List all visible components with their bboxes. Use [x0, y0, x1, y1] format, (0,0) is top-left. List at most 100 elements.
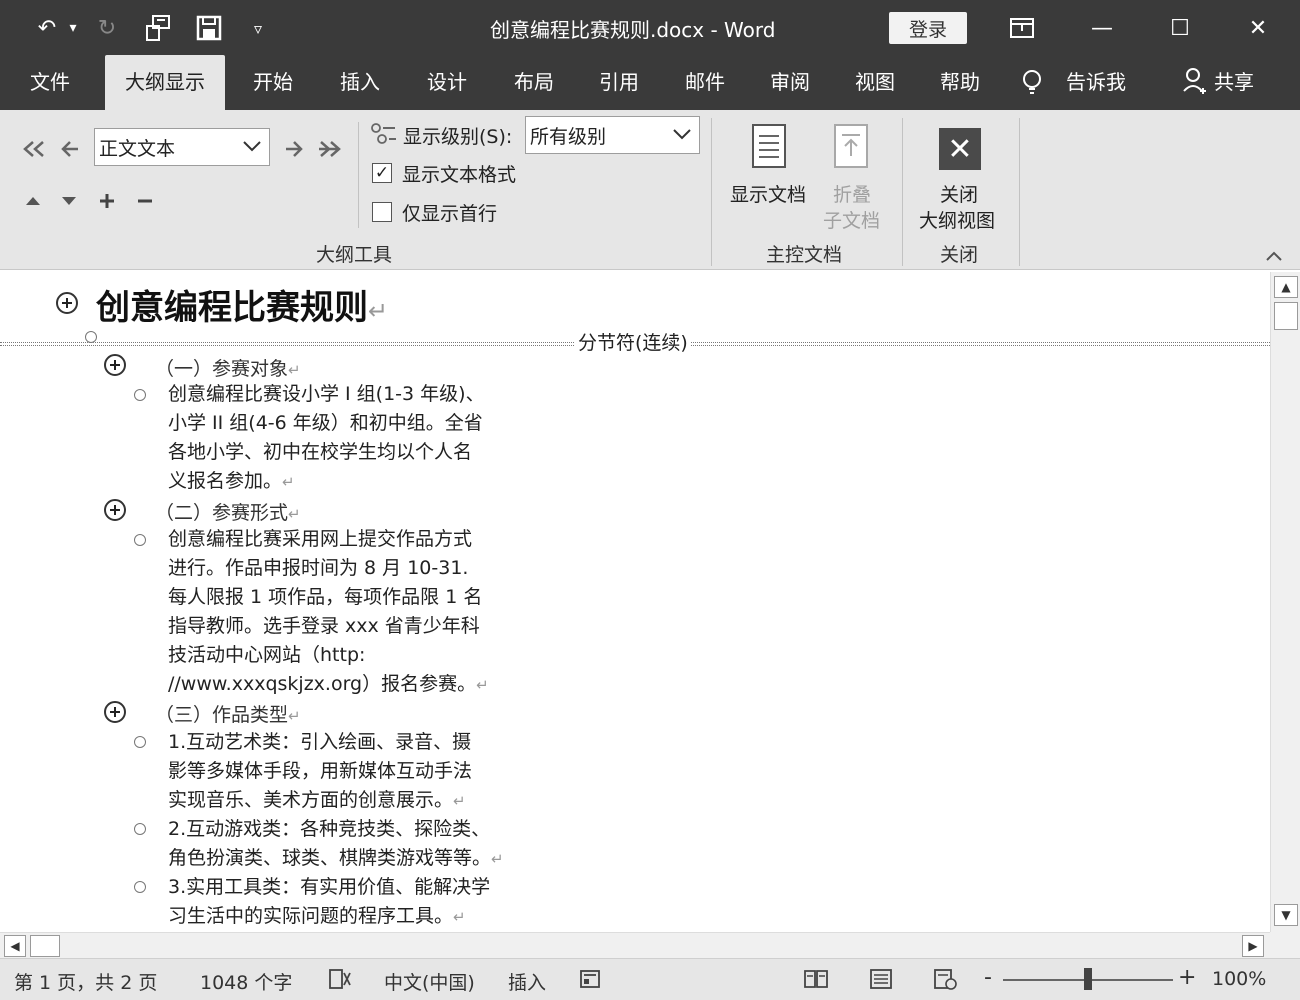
- page-count[interactable]: 第 1 页，共 2 页: [14, 968, 157, 995]
- tab-mailings[interactable]: 邮件: [685, 55, 725, 110]
- outline-body-line[interactable]: 每人限报 1 项作品，每项作品限 1 名: [168, 583, 482, 612]
- show-document-icon[interactable]: [752, 124, 786, 168]
- promote-icon[interactable]: [58, 136, 82, 162]
- read-mode-icon[interactable]: [803, 967, 829, 996]
- lightbulb-icon[interactable]: [1020, 55, 1046, 110]
- document-area[interactable]: 创意编程比赛规则↵ 分节符(连续) （一）参赛对象↵ 创意编程比赛设小学 I 组…: [0, 272, 1270, 932]
- promote-to-heading1-icon[interactable]: [20, 136, 48, 162]
- outline-body-line[interactable]: 3.实用工具类：有实用价值、能解决学: [168, 873, 490, 902]
- share-button[interactable]: 共享: [1214, 55, 1254, 110]
- outline-bullet-icon[interactable]: [134, 736, 146, 748]
- scroll-up-arrow-icon[interactable]: ▲: [1274, 276, 1298, 298]
- maximize-icon[interactable]: ☐: [1150, 8, 1210, 48]
- outline-bullet-icon[interactable]: [134, 823, 146, 835]
- web-layout-icon[interactable]: [932, 967, 958, 996]
- tab-file[interactable]: 文件: [30, 55, 70, 110]
- horizontal-scroll-thumb[interactable]: [30, 935, 60, 957]
- show-level-select[interactable]: 所有级别: [525, 116, 700, 154]
- demote-to-body-icon[interactable]: [316, 136, 346, 162]
- outline-body-line[interactable]: 2.互动游戏类：各种竞技类、探险类、: [168, 815, 490, 844]
- tab-review[interactable]: 审阅: [770, 55, 810, 110]
- outline-bullet-icon[interactable]: [134, 389, 146, 401]
- insert-mode-indicator[interactable]: 插入: [508, 968, 546, 995]
- outline-body-line[interactable]: 实现音乐、美术方面的创意展示。↵: [168, 786, 466, 816]
- customize-toolbar-icon[interactable]: ▿: [245, 12, 271, 44]
- ribbon-display-options-icon[interactable]: [992, 8, 1052, 48]
- collapse-ribbon-icon[interactable]: [1262, 246, 1286, 266]
- outline-body-line[interactable]: 指导教师。选手登录 xxx 省青少年科: [168, 612, 480, 641]
- outline-bullet-icon[interactable]: [134, 881, 146, 893]
- outline-body-line[interactable]: 小学 II 组(4-6 年级）和初中组。全省: [168, 409, 483, 438]
- tab-home[interactable]: 开始: [253, 55, 293, 110]
- collapse-icon[interactable]: [134, 190, 156, 212]
- zoom-slider-thumb[interactable]: [1084, 968, 1092, 990]
- outline-expand-icon[interactable]: [104, 499, 126, 521]
- outline-level-select[interactable]: 正文文本: [94, 128, 270, 166]
- outline-expand-icon[interactable]: [104, 701, 126, 723]
- zoom-out-button[interactable]: -: [984, 965, 992, 990]
- outline-expand-icon[interactable]: [104, 354, 126, 376]
- outline-bullet-icon[interactable]: [85, 331, 97, 343]
- undo-dropdown-icon[interactable]: ▾: [64, 12, 82, 44]
- language-indicator[interactable]: 中文(中国): [384, 968, 475, 995]
- proofing-icon[interactable]: [328, 967, 354, 996]
- scroll-right-arrow-icon[interactable]: ▶: [1242, 935, 1264, 957]
- zoom-in-button[interactable]: +: [1178, 965, 1196, 990]
- undo-icon[interactable]: ↶: [32, 12, 62, 44]
- horizontal-scrollbar[interactable]: ◀ ▶: [0, 932, 1270, 958]
- outline-body-line[interactable]: 创意编程比赛采用网上提交作品方式: [168, 525, 472, 554]
- show-first-line-only-checkbox[interactable]: [372, 202, 392, 222]
- macro-record-icon[interactable]: [578, 967, 602, 996]
- scroll-left-arrow-icon[interactable]: ◀: [4, 935, 26, 957]
- tab-help[interactable]: 帮助: [940, 55, 980, 110]
- outline-body-line[interactable]: 创意编程比赛设小学 I 组(1-3 年级)、: [168, 380, 485, 409]
- status-bar: 第 1 页，共 2 页 1048 个字 中文(中国) 插入 - + 100%: [0, 958, 1300, 1000]
- outline-bullet-icon[interactable]: [134, 534, 146, 546]
- outline-body-line[interactable]: 进行。作品申报时间为 8 月 10-31.: [168, 554, 468, 583]
- tab-references[interactable]: 引用: [599, 55, 639, 110]
- outline-body-line[interactable]: 1.互动艺术类：引入绘画、录音、摄: [168, 728, 471, 757]
- collapse-subdocuments-icon[interactable]: [834, 124, 868, 168]
- tell-me-box[interactable]: 告诉我: [1066, 55, 1126, 110]
- tab-layout[interactable]: 布局: [514, 55, 554, 110]
- collapse-subdocuments-button[interactable]: 折叠: [833, 180, 871, 207]
- show-text-formatting-checkbox[interactable]: ✓: [372, 163, 392, 183]
- outline-body-line[interactable]: 角色扮演类、球类、棋牌类游戏等等。↵: [168, 844, 504, 874]
- redo-icon[interactable]: ↻: [92, 12, 122, 44]
- tab-view[interactable]: 视图: [855, 55, 895, 110]
- outline-body-line[interactable]: 各地小学、初中在校学生均以个人名: [168, 438, 472, 467]
- paragraph-mark: ↵: [491, 850, 504, 868]
- tab-insert[interactable]: 插入: [340, 55, 380, 110]
- outline-body-line[interactable]: 义报名参加。↵: [168, 467, 295, 497]
- outline-expand-icon[interactable]: [56, 292, 78, 314]
- outline-body-line[interactable]: 影等多媒体手段，用新媒体互动手法: [168, 757, 472, 786]
- minimize-icon[interactable]: —: [1072, 8, 1132, 48]
- document-heading[interactable]: 创意编程比赛规则↵: [96, 280, 388, 329]
- move-up-icon[interactable]: [22, 190, 44, 212]
- show-document-button[interactable]: 显示文档: [730, 180, 806, 207]
- outline-heading[interactable]: （一）参赛对象↵: [155, 354, 301, 381]
- word-count[interactable]: 1048 个字: [200, 968, 292, 995]
- share-person-icon[interactable]: [1182, 55, 1210, 110]
- close-window-icon[interactable]: ✕: [1228, 8, 1288, 48]
- outline-body-line[interactable]: 技活动中心网站（http:: [168, 641, 365, 670]
- vertical-scrollbar[interactable]: ▲ ▼: [1270, 272, 1300, 932]
- outline-body-line[interactable]: //www.xxxqskjzx.org）报名参赛。↵: [168, 670, 489, 700]
- touch-mode-icon[interactable]: [142, 12, 176, 44]
- print-layout-icon[interactable]: [868, 967, 894, 996]
- close-outline-view-icon[interactable]: ✕: [939, 128, 981, 170]
- outline-heading[interactable]: （二）参赛形式↵: [155, 498, 301, 525]
- expand-icon[interactable]: [96, 190, 118, 212]
- tab-design[interactable]: 设计: [427, 55, 467, 110]
- vertical-scroll-thumb[interactable]: [1274, 302, 1298, 330]
- tab-outline[interactable]: 大纲显示: [105, 55, 225, 110]
- save-icon[interactable]: [193, 12, 225, 44]
- login-button[interactable]: 登录: [889, 12, 967, 44]
- close-outline-view-button[interactable]: 关闭: [940, 180, 978, 207]
- outline-heading[interactable]: （三）作品类型↵: [155, 700, 301, 727]
- outline-body-line[interactable]: 习生活中的实际问题的程序工具。↵: [168, 902, 466, 932]
- demote-icon[interactable]: [282, 136, 306, 162]
- zoom-level[interactable]: 100%: [1212, 968, 1266, 990]
- move-down-icon[interactable]: [58, 190, 80, 212]
- scroll-down-arrow-icon[interactable]: ▼: [1274, 904, 1298, 926]
